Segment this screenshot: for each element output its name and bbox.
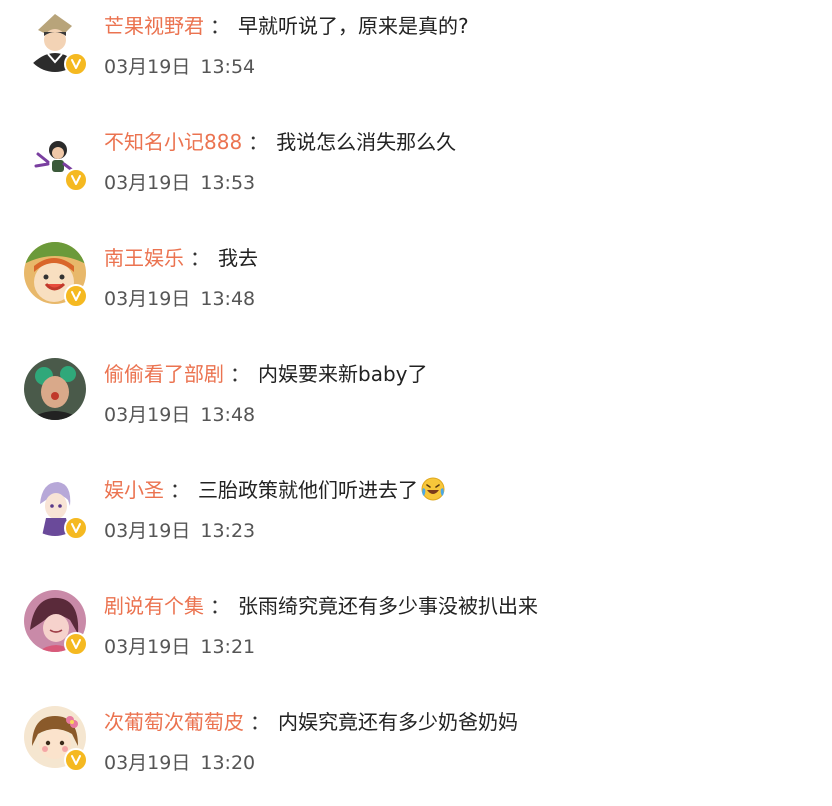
avatar[interactable] — [24, 706, 88, 772]
comment-item: 南王娱乐： 我去 03月19日 13:48 — [0, 242, 832, 342]
comment-text: 内娱究竟还有多少奶爸奶妈 — [278, 710, 518, 734]
comment-separator: ： — [170, 478, 190, 502]
avatar[interactable] — [24, 474, 88, 540]
comment-date: 03月19日 — [104, 404, 191, 426]
comment-list: 芒果视野君：早就听说了，原来是真的? 03月19日 13:54 不知名小记888：… — [0, 0, 832, 796]
comment-timestamp: 03月19日 13:53 — [104, 168, 255, 198]
comment-time: 13:48 — [200, 404, 256, 426]
comment-time: 13:48 — [200, 288, 256, 310]
comment-item: 次葡萄次葡萄皮： 内娱究竟还有多少奶爸奶妈 03月19日 13:20 — [0, 706, 832, 806]
comment-line: 不知名小记888： 我说怎么消失那么久 — [104, 126, 456, 158]
avatar[interactable] — [24, 126, 88, 192]
comment-line: 南王娱乐： 我去 — [104, 242, 258, 274]
comment-username[interactable]: 娱小圣 — [104, 478, 164, 502]
comment-separator: ： — [210, 14, 230, 38]
comment-timestamp: 03月19日 13:20 — [104, 748, 255, 778]
avatar[interactable] — [24, 358, 86, 420]
verified-badge-icon — [64, 168, 88, 192]
comment-username[interactable]: 剧说有个集 — [104, 594, 204, 618]
comment-line: 娱小圣： 三胎政策就他们听进去了 — [104, 474, 446, 506]
comment-date: 03月19日 — [104, 752, 191, 774]
comment-timestamp: 03月19日 13:23 — [104, 516, 255, 546]
comment-date: 03月19日 — [104, 56, 191, 78]
comment-line: 次葡萄次葡萄皮： 内娱究竟还有多少奶爸奶妈 — [104, 706, 518, 738]
comment-time: 13:20 — [200, 752, 256, 774]
comment-username[interactable]: 不知名小记888 — [104, 130, 242, 154]
comment-separator: ： — [248, 130, 269, 154]
comment-date: 03月19日 — [104, 520, 191, 542]
photo-portrait-avatar — [24, 358, 86, 420]
verified-badge-icon — [64, 284, 88, 308]
comment-text: 三胎政策就他们听进去了 — [198, 478, 418, 502]
comment-username[interactable]: 偷偷看了部剧 — [104, 362, 224, 386]
verified-badge-icon — [64, 52, 88, 76]
laughing-tears-emoji-icon — [421, 477, 445, 501]
comment-text: 我说怎么消失那么久 — [276, 130, 457, 154]
comment-separator: ： — [190, 246, 210, 270]
comment-timestamp: 03月19日 13:48 — [104, 284, 255, 314]
avatar[interactable] — [24, 242, 88, 308]
comment-time: 13:23 — [200, 520, 256, 542]
comment-separator: ： — [250, 710, 270, 734]
verified-badge-icon — [64, 748, 88, 772]
comment-timestamp: 03月19日 13:21 — [104, 632, 255, 662]
comment-text: 内娱要来新baby了 — [258, 362, 428, 386]
comment-item: 芒果视野君： 早就听说了，原来是真的? 03月19日 13:54 — [0, 10, 832, 110]
comment-date: 03月19日 — [104, 288, 191, 310]
comment-separator: ： — [210, 594, 230, 618]
avatar[interactable] — [24, 10, 88, 76]
avatar[interactable] — [24, 590, 88, 656]
comment-line: 剧说有个集： 张雨绮究竟还有多少事没被扒出来 — [104, 590, 538, 622]
comment-username[interactable]: 南王娱乐 — [104, 246, 184, 270]
comment-username[interactable]: 芒果视野君 — [104, 14, 204, 38]
comment-item: 不知名小记888： 我说怎么消失那么久 03月19日 13:53 — [0, 126, 832, 226]
comment-text: 张雨绮究竟还有多少事没被扒出来 — [238, 594, 538, 618]
comment-separator: ： — [230, 362, 250, 386]
comment-line: 偷偷看了部剧： 内娱要来新baby了 — [104, 358, 427, 390]
verified-badge-icon — [64, 516, 88, 540]
comment-item: 娱小圣： 三胎政策就他们听进去了 03月19日 13:23 — [0, 474, 832, 574]
comment-item: 偷偷看了部剧： 内娱要来新baby了 03月19日 13:48 — [0, 358, 832, 458]
comment-time: 13:53 — [200, 172, 256, 194]
comment-text: 早就听说了，原来是真的? — [238, 14, 469, 38]
verified-badge-icon — [64, 632, 88, 656]
comment-time: 13:21 — [200, 636, 256, 658]
comment-date: 03月19日 — [104, 636, 191, 658]
comment-line: 芒果视野君： 早就听说了，原来是真的? — [104, 10, 469, 42]
comment-timestamp: 03月19日 13:48 — [104, 400, 255, 430]
comment-timestamp: 03月19日 13:54 — [104, 52, 255, 82]
comment-date: 03月19日 — [104, 172, 191, 194]
comment-username[interactable]: 次葡萄次葡萄皮 — [104, 710, 244, 734]
comment-time: 13:54 — [200, 56, 256, 78]
comment-item: 剧说有个集： 张雨绮究竟还有多少事没被扒出来 03月19日 13:21 — [0, 590, 832, 690]
comment-text: 我去 — [218, 246, 258, 270]
